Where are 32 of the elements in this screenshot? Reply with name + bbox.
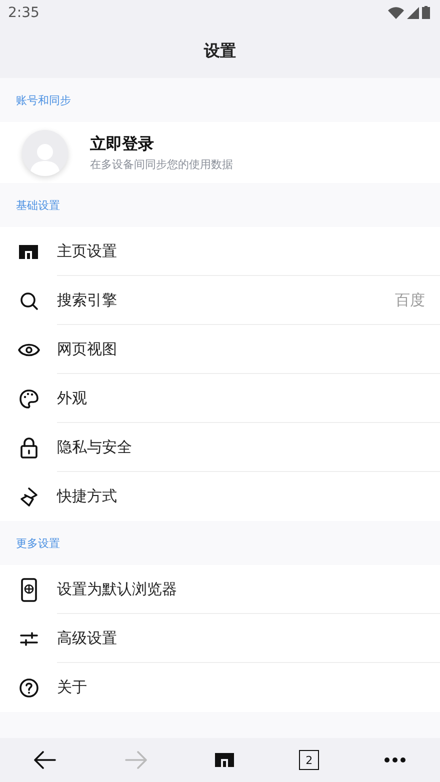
- palette-icon: [18, 388, 38, 408]
- more-icon: [384, 757, 406, 763]
- section-title: 账号和同步: [16, 92, 71, 108]
- help-icon: [18, 678, 38, 698]
- section-title: 基础设置: [16, 198, 60, 212]
- setting-label[interactable]: 设置为默认浏览器: [57, 580, 177, 598]
- setting-label[interactable]: 搜索引擎: [57, 290, 117, 310]
- login-subtitle: 在多设备间同步您的使用数据: [90, 156, 233, 172]
- battery-icon: [422, 6, 430, 19]
- page-title: 设置: [204, 41, 236, 62]
- setting-label[interactable]: 隐私与安全: [57, 438, 132, 456]
- wifi-icon: [388, 6, 404, 18]
- login-row[interactable]: 立即登录 在多设备间同步您的使用数据: [0, 122, 440, 183]
- arch-icon: [19, 244, 38, 258]
- setting-label[interactable]: 网页视图: [57, 340, 117, 358]
- signal-icon: [407, 6, 419, 18]
- eye-icon: [18, 342, 40, 356]
- avatar-icon: [22, 130, 68, 176]
- phone-globe-icon: [20, 578, 36, 602]
- status-time: 2:35: [8, 4, 40, 20]
- lock-icon: [20, 436, 38, 458]
- tabs-button[interactable]: 2: [299, 750, 320, 770]
- search-icon: [18, 290, 38, 310]
- setting-label[interactable]: 关于: [57, 678, 87, 697]
- login-title: 立即登录: [90, 134, 155, 154]
- setting-label[interactable]: 主页设置: [57, 242, 117, 260]
- sliders-icon: [20, 632, 38, 646]
- setting-label[interactable]: 外观: [57, 388, 87, 408]
- setting-label[interactable]: 高级设置: [57, 628, 117, 648]
- setting-label[interactable]: 快捷方式: [57, 487, 117, 506]
- setting-value: 百度: [395, 290, 425, 310]
- section-title: 更多设置: [16, 536, 60, 550]
